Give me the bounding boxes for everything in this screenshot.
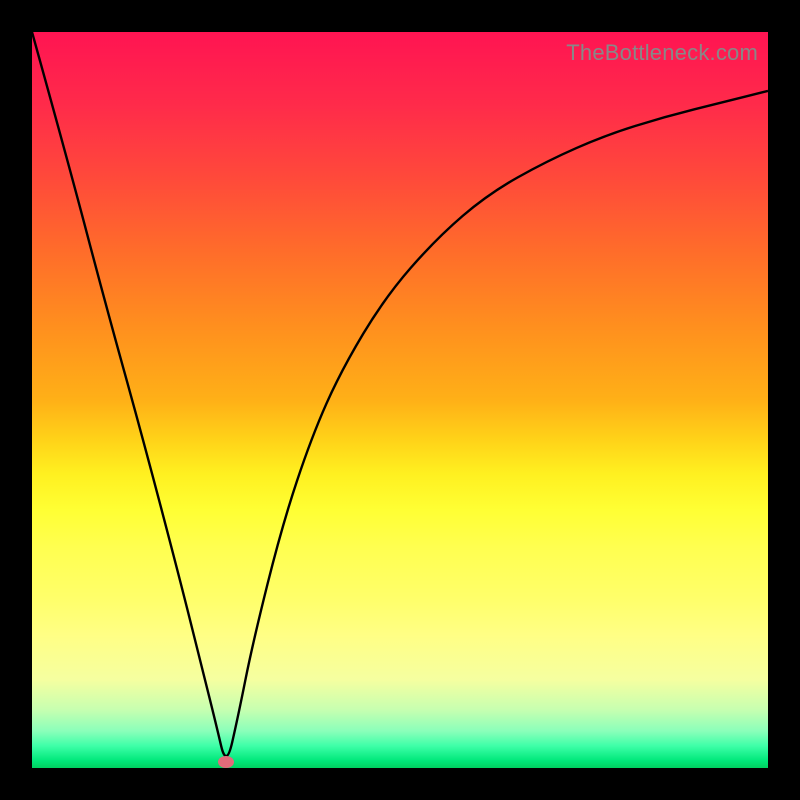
watermark: TheBottleneck.com [566, 40, 758, 66]
plot-area: TheBottleneck.com [32, 32, 768, 768]
bottleneck-curve [32, 32, 768, 768]
minimum-marker [218, 756, 234, 768]
chart-frame: TheBottleneck.com [0, 0, 800, 800]
